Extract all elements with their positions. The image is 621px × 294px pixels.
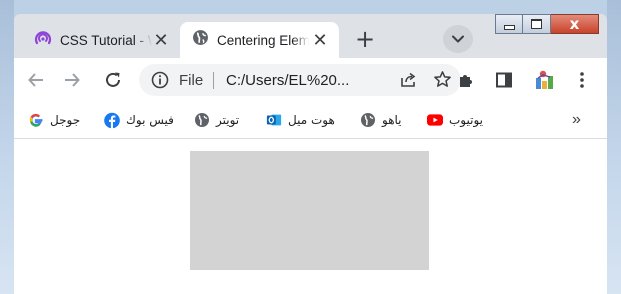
- extensions-button[interactable]: [450, 64, 482, 96]
- reload-icon: [106, 72, 120, 87]
- centered-box: [190, 151, 429, 270]
- browser-window: x CSS Tutorial - W3Schools ✕: [14, 14, 607, 294]
- forward-button[interactable]: [56, 64, 88, 96]
- podcast-icon: [34, 29, 52, 52]
- google-icon: [28, 112, 44, 128]
- minimize-icon: [503, 24, 515, 30]
- globe-icon: [192, 29, 209, 51]
- address-bar[interactable]: File C:/Users/EL%20...: [139, 64, 461, 96]
- minimize-button[interactable]: [495, 14, 523, 34]
- window-frame-right: [607, 0, 621, 294]
- more-vert-icon: [580, 72, 584, 88]
- arrow-left-icon: [28, 73, 43, 87]
- tab-title: Centering Elements: [217, 32, 309, 48]
- bookmark-label: ياهو: [382, 113, 402, 127]
- puzzle-icon: [460, 75, 472, 87]
- maximize-icon: [531, 19, 542, 29]
- bookmark-yahoo[interactable]: ياهو: [360, 110, 402, 130]
- reload-button[interactable]: [97, 64, 129, 96]
- globe-icon: [360, 112, 376, 128]
- outlook-icon: [266, 112, 282, 128]
- tab-centering-elements[interactable]: Centering Elements ✕: [180, 22, 339, 58]
- new-tab-button[interactable]: +: [351, 25, 379, 53]
- bookmarks-bar: جوجل فيس بوك تويتر هوت ميل ياهو يوتيوب »: [14, 102, 607, 139]
- tab-close-icon[interactable]: ✕: [152, 30, 170, 51]
- page-content: [14, 139, 607, 294]
- maximize-button[interactable]: [523, 14, 551, 34]
- back-button[interactable]: [20, 64, 52, 96]
- bookmark-hotmail[interactable]: هوت ميل: [266, 110, 335, 130]
- window-caption-buttons: x: [495, 14, 599, 34]
- tab-title: CSS Tutorial - W3Schools: [60, 32, 152, 48]
- bookmarks-overflow-button[interactable]: »: [572, 110, 581, 130]
- globe-icon: [194, 112, 210, 128]
- close-window-button[interactable]: x: [551, 14, 599, 34]
- side-panel-icon: [496, 72, 512, 88]
- bookmark-twitter[interactable]: تويتر: [194, 110, 239, 130]
- bookmark-youtube[interactable]: يوتيوب: [427, 110, 483, 130]
- tab-search-button[interactable]: [443, 25, 473, 53]
- url-scheme-label: File: [179, 72, 204, 89]
- bookmark-facebook[interactable]: فيس بوك: [104, 110, 174, 130]
- bookmark-label: جوجل: [50, 113, 81, 127]
- bookmark-label: تويتر: [216, 113, 240, 127]
- tab-css-tutorial[interactable]: CSS Tutorial - W3Schools ✕: [22, 22, 181, 58]
- profile-button[interactable]: [528, 64, 560, 96]
- window-frame-left: [0, 0, 14, 294]
- tab-close-icon[interactable]: ✕: [311, 30, 329, 51]
- bookmark-label: يوتيوب: [449, 113, 483, 127]
- facebook-icon: [104, 112, 120, 128]
- profile-avatar-icon: [536, 70, 553, 89]
- menu-button[interactable]: [566, 64, 598, 96]
- url-text[interactable]: C:/Users/EL%20...: [226, 72, 349, 89]
- bookmark-google[interactable]: جوجل: [28, 110, 80, 130]
- chevron-down-icon: [452, 35, 464, 43]
- omnibox-divider: [213, 72, 214, 89]
- side-panel-button[interactable]: [488, 64, 520, 96]
- share-icon[interactable]: [399, 71, 417, 94]
- bookmark-label: هوت ميل: [288, 113, 335, 127]
- youtube-icon: [427, 112, 443, 128]
- arrow-right-icon: [65, 73, 80, 87]
- bookmark-label: فيس بوك: [126, 113, 174, 127]
- toolbar: File C:/Users/EL%20...: [14, 58, 607, 102]
- close-icon: x: [569, 14, 580, 33]
- info-icon[interactable]: [151, 71, 169, 94]
